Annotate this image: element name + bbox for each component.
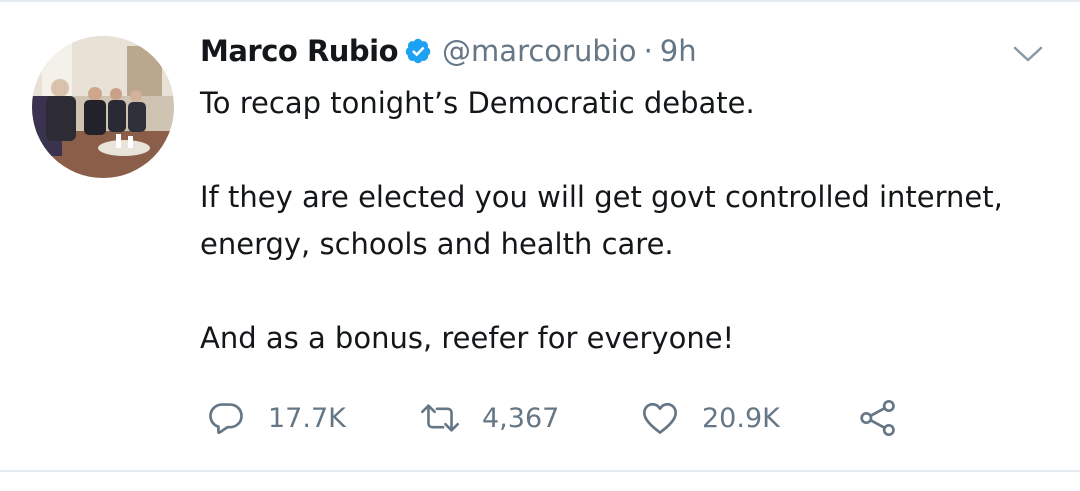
tweet[interactable]: Marco Rubio @marcorubio · 9h To recap to… [0, 0, 1080, 470]
bottom-divider [0, 470, 1080, 472]
retweet-icon [420, 398, 460, 438]
reply-icon [206, 398, 246, 438]
share-icon [858, 398, 898, 438]
chevron-down-icon[interactable] [1008, 40, 1048, 68]
share-button[interactable] [858, 398, 898, 438]
reply-button[interactable]: 17.7K [206, 398, 346, 438]
tweet-text-line: If they are elected you will get govt co… [200, 180, 1003, 214]
display-name[interactable]: Marco Rubio [200, 34, 399, 68]
retweet-count: 4,367 [482, 402, 560, 434]
like-button[interactable]: 20.9K [640, 398, 780, 438]
separator-dot: · [643, 34, 653, 68]
tweet-text: To recap tonight’s Democratic debate. If… [200, 80, 1040, 362]
verified-badge-icon [404, 37, 432, 65]
tweet-header: Marco Rubio @marcorubio · 9h [200, 28, 697, 74]
tweet-text-line: energy, schools and health care. [200, 227, 674, 261]
tweet-actions: 17.7K 4,367 20.9K [200, 398, 940, 438]
handle[interactable]: @marcorubio [442, 34, 637, 68]
timestamp[interactable]: 9h [660, 34, 697, 68]
reply-count: 17.7K [268, 402, 346, 434]
avatar[interactable] [32, 36, 174, 178]
retweet-button[interactable]: 4,367 [420, 398, 559, 438]
like-count: 20.9K [702, 402, 780, 434]
heart-icon [640, 398, 680, 438]
tweet-text-line: And as a bonus, reefer for everyone! [200, 321, 735, 355]
tweet-text-line: To recap tonight’s Democratic debate. [200, 86, 755, 120]
